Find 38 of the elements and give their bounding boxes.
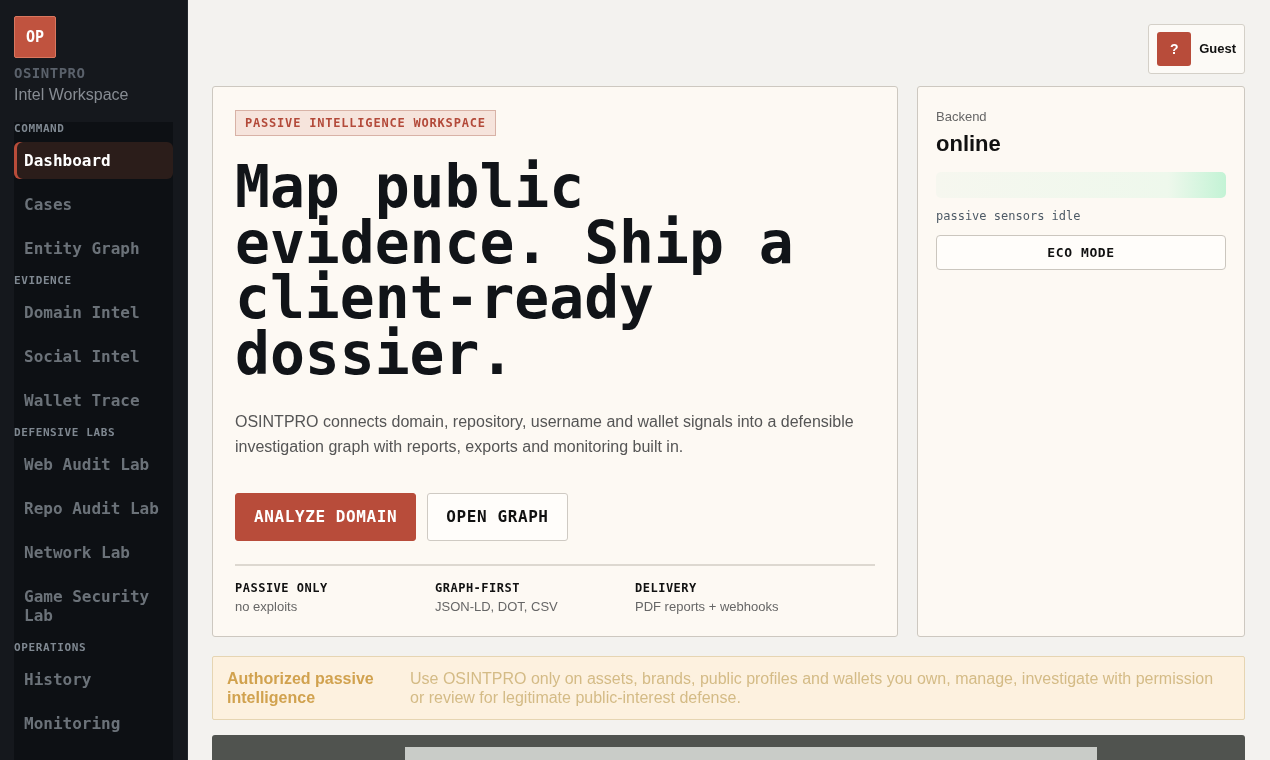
section-heading: COMMAND — [14, 122, 66, 136]
sidebar-item[interactable]: Social Intel — [14, 338, 173, 375]
sidebar-item[interactable]: Domain Intel — [14, 294, 173, 331]
section-heading: DEFENSIVE LABS — [14, 426, 117, 440]
feature-title: PASSIVE ONLY — [235, 579, 329, 596]
sidebar-item[interactable]: History — [14, 661, 173, 698]
feature-title: DELIVERY — [635, 579, 698, 596]
feature-text: JSON-LD, DOT, CSV — [435, 597, 559, 615]
eco-mode-button[interactable]: ECO MODE — [936, 235, 1226, 270]
sidebar-item[interactable]: Repo Audit Lab — [14, 490, 173, 527]
sidebar-item[interactable]: Wallet Trace — [14, 382, 173, 419]
status-value: online — [936, 130, 1002, 158]
section-heading: EVIDENCE — [14, 274, 73, 288]
feature-text: PDF reports + webhooks — [635, 597, 780, 615]
notice-title: Authorized passive intelligence — [227, 668, 375, 707]
feature-text: no exploits — [235, 597, 299, 615]
feature-title: GRAPH-FIRST — [435, 579, 521, 596]
sidebar-item[interactable]: Network Lab — [14, 534, 173, 571]
user-button[interactable]: ? Guest — [1148, 24, 1245, 74]
sidebar-item[interactable]: Monitoring — [14, 705, 173, 742]
graph-button[interactable]: OPEN GRAPH — [427, 492, 568, 541]
section-heading: OPERATIONS — [14, 641, 88, 655]
hero-headline: Map public evidence. Ship a client-ready dossier. — [235, 160, 795, 383]
sidebar-item[interactable]: Web Audit Lab — [14, 446, 173, 483]
logo-tile: OP — [14, 16, 56, 58]
status-note: passive sensors idle — [936, 208, 1082, 224]
sidebar-item[interactable]: Game Security Lab — [14, 578, 173, 634]
brand-subtitle: Intel Workspace — [14, 85, 130, 105]
avatar-tile: ? — [1157, 32, 1192, 66]
workspace-tag: PASSIVE INTELLIGENCE WORKSPACE — [235, 110, 496, 136]
brand-name: OSINTPRO — [14, 65, 87, 82]
status-label: Backend — [936, 108, 988, 126]
sidebar-item[interactable]: Entity Graph — [14, 230, 173, 267]
hero-description: OSINTPRO connects domain, repository, username and wallet signals into a defensible investigation graph with reports, exports and monitoring built in. — [235, 411, 855, 457]
sidebar-item[interactable]: Cases — [14, 186, 173, 223]
notice-text: Use OSINTPRO only on assets, brands, public profiles and wallets you own, manage, investigate with permission or review for legitimate public-interest defense. — [410, 668, 1215, 707]
analyze-button[interactable]: ANALYZE DOMAIN — [235, 492, 417, 541]
sidebar-item[interactable]: Dashboard — [14, 142, 173, 179]
